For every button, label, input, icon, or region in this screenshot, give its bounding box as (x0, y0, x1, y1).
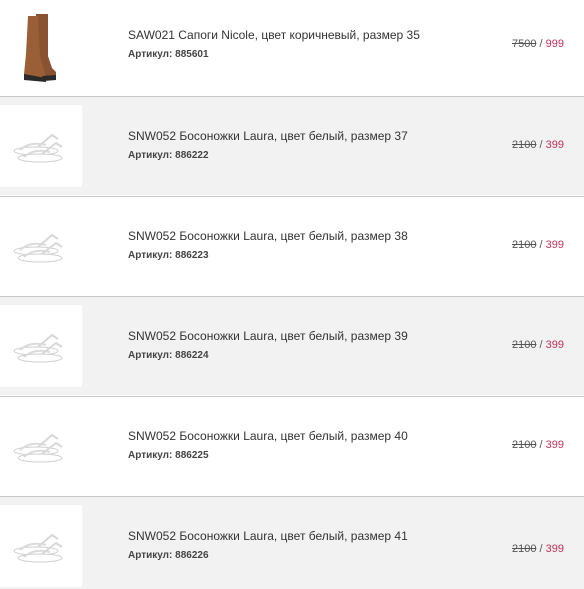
old-price: 2100 (511, 439, 537, 451)
old-price: 7500 (511, 38, 537, 50)
new-price: 399 (545, 339, 564, 351)
product-sku: Артикул: 885601 (128, 49, 209, 60)
product-title[interactable]: SNW052 Босоножки Laura, цвет белый, разм… (128, 229, 408, 243)
list-item: SAW021 Сапоги Nicole, цвет коричневый, р… (0, 0, 584, 95)
new-price: 399 (545, 543, 564, 555)
product-sku: Артикул: 886225 (128, 450, 209, 461)
product-title[interactable]: SNW052 Босоножки Laura, цвет белый, разм… (128, 429, 408, 443)
product-price: 2100 / 399 (511, 239, 564, 251)
product-title[interactable]: SNW052 Босоножки Laura, цвет белый, разм… (128, 129, 408, 143)
list-item: SNW052 Босоножки Laura, цвет белый, разм… (0, 96, 584, 195)
list-item: SNW052 Босоножки Laura, цвет белый, разм… (0, 396, 584, 495)
white-sandals-icon (13, 133, 63, 163)
product-price: 7500 / 999 (511, 38, 564, 50)
new-price: 999 (545, 38, 564, 50)
old-price: 2100 (511, 239, 537, 251)
product-thumbnail[interactable] (0, 4, 82, 86)
product-sku: Артикул: 886224 (128, 350, 209, 361)
product-price: 2100 / 399 (511, 339, 564, 351)
white-sandals-icon (13, 233, 63, 263)
list-item: SNW052 Босоножки Laura, цвет белый, разм… (0, 196, 584, 295)
old-price: 2100 (511, 139, 537, 151)
white-sandals-icon (13, 533, 63, 563)
product-thumbnail[interactable] (0, 305, 82, 387)
white-sandals-icon (13, 433, 63, 463)
brown-boots-icon (24, 14, 56, 82)
white-sandals-icon (13, 333, 63, 363)
product-sku: Артикул: 886223 (128, 250, 209, 261)
product-thumbnail[interactable] (0, 205, 82, 287)
product-sku: Артикул: 886222 (128, 150, 209, 161)
product-thumbnail[interactable] (0, 505, 82, 587)
new-price: 399 (545, 239, 564, 251)
product-title[interactable]: SAW021 Сапоги Nicole, цвет коричневый, р… (128, 28, 420, 42)
product-price: 2100 / 399 (511, 543, 564, 555)
old-price: 2100 (511, 339, 537, 351)
old-price: 2100 (511, 543, 537, 555)
new-price: 399 (545, 439, 564, 451)
product-thumbnail[interactable] (0, 405, 82, 487)
product-title[interactable]: SNW052 Босоножки Laura, цвет белый, разм… (128, 529, 408, 543)
product-price: 2100 / 399 (511, 139, 564, 151)
list-item: SNW052 Босоножки Laura, цвет белый, разм… (0, 296, 584, 395)
new-price: 399 (545, 139, 564, 151)
product-price: 2100 / 399 (511, 439, 564, 451)
product-sku: Артикул: 886226 (128, 550, 209, 561)
list-item: SNW052 Босоножки Laura, цвет белый, разм… (0, 496, 584, 589)
product-title[interactable]: SNW052 Босоножки Laura, цвет белый, разм… (128, 329, 408, 343)
product-thumbnail[interactable] (0, 105, 82, 187)
cart-item-list: SAW021 Сапоги Nicole, цвет коричневый, р… (0, 0, 584, 589)
